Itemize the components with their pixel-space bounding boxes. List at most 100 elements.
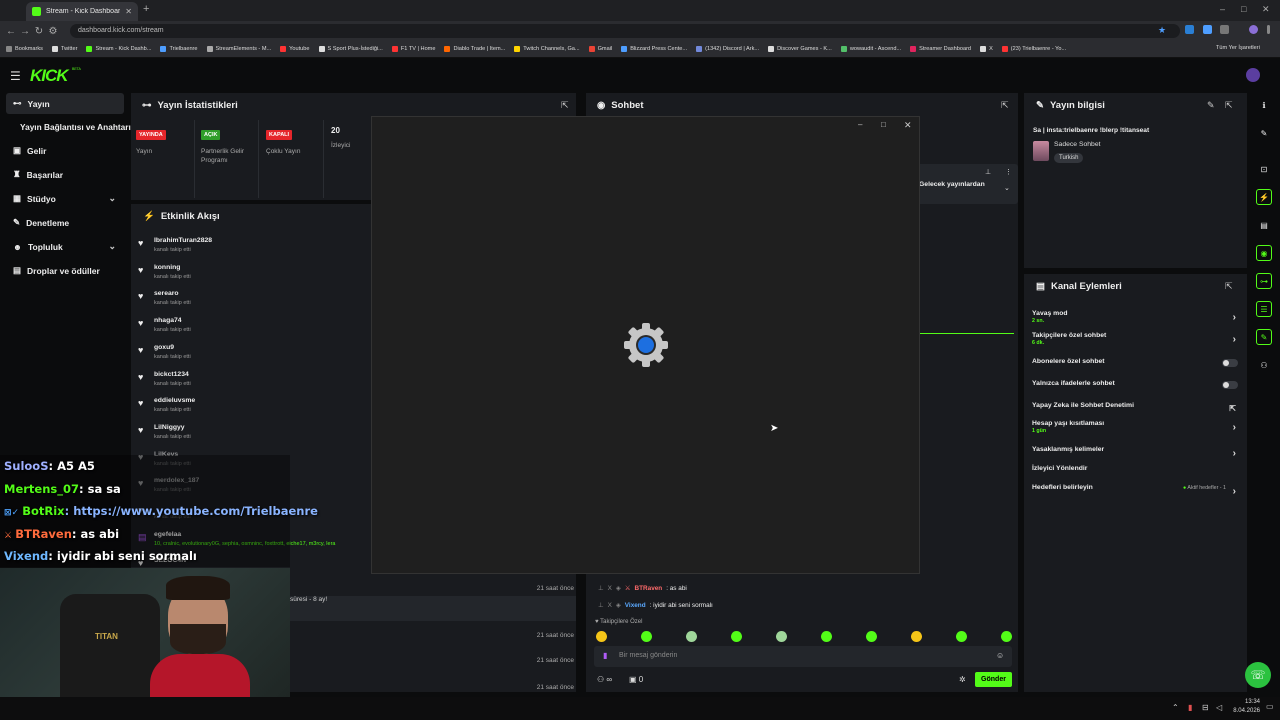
bookmark-item[interactable]: (23) Trielbaenre - Yo...: [1001, 46, 1066, 52]
emote-icon[interactable]: [731, 631, 742, 642]
sidebar-item-basarilar[interactable]: ♜ Başarılar: [6, 164, 124, 185]
chevron-right-icon[interactable]: ›: [1233, 312, 1236, 323]
bookmark-item[interactable]: X: [980, 46, 993, 52]
channel-action-0[interactable]: Yavaş mod 2 sn. ›: [1032, 310, 1238, 326]
notification-icon[interactable]: ▭: [1266, 702, 1274, 711]
clipboard-icon[interactable]: ▤: [1256, 217, 1272, 233]
kick-logo[interactable]: KICK: [30, 66, 69, 86]
site-info-icon[interactable]: ⚙: [46, 26, 60, 37]
back-icon[interactable]: ←: [4, 26, 18, 37]
maximize-window-icon[interactable]: □: [1241, 4, 1246, 14]
event-username[interactable]: IbrahimTuran2828: [154, 237, 212, 244]
bookmark-item[interactable]: Youtube: [280, 46, 310, 52]
bookmark-star-icon[interactable]: ★: [1158, 25, 1166, 36]
volume-icon[interactable]: ◁: [1216, 703, 1222, 712]
link-icon[interactable]: ⊶: [1256, 273, 1272, 289]
channel-action-8[interactable]: Hedefleri belirleyin › ● Aktif hedefler - …: [1032, 484, 1238, 500]
emote-icon[interactable]: [911, 631, 922, 642]
emote-icon[interactable]: [641, 631, 652, 642]
user-avatar[interactable]: [1246, 68, 1260, 82]
emote-icon[interactable]: [866, 631, 877, 642]
timeout-icon[interactable]: X: [608, 602, 612, 609]
bookmark-item[interactable]: wowaudit - Ascend...: [840, 46, 901, 52]
sidebar-item-topluluk[interactable]: ☻ Topluluk ⌄: [6, 236, 124, 257]
bookmark-item[interactable]: (1342) Discord | Ark...: [696, 46, 759, 52]
sidebar-item-stream-key[interactable]: Yayın Bağlantısı ve Anahtarı: [20, 122, 131, 132]
menu-icon[interactable]: [1267, 25, 1270, 34]
bookmark-item[interactable]: Bookmarks: [6, 46, 43, 52]
event-username[interactable]: LilNiggyy: [154, 424, 185, 431]
tray-chevron-icon[interactable]: ⌃: [1172, 703, 1179, 712]
bookmark-item[interactable]: StreamElements - M...: [206, 46, 271, 52]
microphone-icon[interactable]: ▮: [603, 651, 607, 660]
support-chat-icon[interactable]: ☏: [1245, 662, 1271, 688]
extensions-puzzle-icon[interactable]: [1220, 25, 1229, 34]
event-username[interactable]: goxu9: [154, 344, 174, 351]
popout-icon[interactable]: ⇱: [561, 100, 569, 111]
emote-icon[interactable]: [821, 631, 832, 642]
chat-icon[interactable]: ◉: [1256, 245, 1272, 261]
network-icon[interactable]: ⊟: [1202, 703, 1209, 712]
bookmark-item[interactable]: Diablo Trade | Item...: [444, 46, 505, 52]
chevron-right-icon[interactable]: ›: [1233, 334, 1236, 345]
emote-icon[interactable]: [956, 631, 967, 642]
external-link-icon[interactable]: ⇱: [1229, 404, 1236, 413]
event-username[interactable]: serearo: [154, 290, 179, 297]
channel-action-4[interactable]: Yapay Zeka ile Sohbet Denetimi ⇱: [1032, 402, 1238, 418]
pin-icon[interactable]: ⊥: [598, 584, 604, 592]
clock-date[interactable]: 8.04.2026: [1226, 708, 1260, 714]
bookmark-item[interactable]: Gmail: [588, 46, 612, 52]
bookmark-item[interactable]: Twitch Channels, Ga...: [514, 46, 580, 52]
popout-icon[interactable]: ⇱: [1225, 281, 1233, 292]
event-username[interactable]: bickct1234: [154, 371, 189, 378]
list-icon[interactable]: ☰: [1256, 301, 1272, 317]
extension-icon[interactable]: [1185, 25, 1194, 34]
channel-action-7[interactable]: İzleyici Yönlendir: [1032, 465, 1238, 481]
reload-icon[interactable]: ↻: [32, 26, 46, 37]
bookmark-item[interactable]: Twitter: [51, 46, 77, 52]
bolt-icon[interactable]: ⚡: [1256, 189, 1272, 205]
event-username[interactable]: konning: [154, 264, 180, 271]
more-icon[interactable]: ⋮: [1005, 168, 1012, 176]
emote-icon[interactable]: [596, 631, 607, 642]
camera-icon[interactable]: ⊡: [1256, 161, 1272, 177]
channel-action-3[interactable]: Yalnızca ifadelerle sohbet: [1032, 380, 1238, 396]
event-username[interactable]: eddieluvsme: [154, 397, 195, 404]
chat-username[interactable]: Vixend: [625, 602, 646, 609]
forward-icon[interactable]: →: [18, 26, 32, 37]
chevron-right-icon[interactable]: ›: [1233, 422, 1236, 433]
emote-icon[interactable]: [686, 631, 697, 642]
bookmark-item[interactable]: Stream - Kick Dashb...: [86, 46, 151, 52]
channel-action-2[interactable]: Abonelere özel sohbet: [1032, 358, 1238, 374]
chevron-right-icon[interactable]: ›: [1233, 486, 1236, 497]
close-window-icon[interactable]: ✕: [904, 120, 912, 131]
gift-counter[interactable]: ▣ 0: [629, 675, 643, 684]
wrench-icon[interactable]: ✎: [1256, 329, 1272, 345]
minimize-window-icon[interactable]: –: [858, 120, 862, 129]
info-icon[interactable]: ℹ: [1256, 97, 1272, 113]
toggle-switch[interactable]: [1222, 381, 1238, 389]
sidebar-item-studyo[interactable]: ▦ Stüdyo ⌄: [6, 188, 124, 209]
chat-username[interactable]: BTRaven: [635, 585, 663, 592]
all-bookmarks[interactable]: Tüm Yer İşaretleri: [1216, 45, 1260, 51]
bookmark-item[interactable]: Discover Games - K...: [768, 46, 832, 52]
bookmark-item[interactable]: Streamer Dashboard: [910, 46, 971, 52]
clock-time[interactable]: 13:34: [1232, 699, 1260, 705]
menu-icon[interactable]: ☰: [10, 69, 21, 83]
url-bar[interactable]: dashboard.kick.com/stream: [70, 24, 1180, 38]
close-window-icon[interactable]: ✕: [1262, 4, 1270, 15]
profile-avatar-icon[interactable]: [1249, 25, 1258, 34]
users-icon[interactable]: ⚇: [1256, 357, 1272, 373]
channel-action-6[interactable]: Yasaklanmış kelimeler ›: [1032, 446, 1238, 462]
event-username[interactable]: nhaga74: [154, 317, 182, 324]
minimize-window-icon[interactable]: –: [1220, 4, 1225, 14]
sidebar-item-gelir[interactable]: ▣ Gelir: [6, 140, 124, 161]
popout-icon[interactable]: ⇱: [1001, 100, 1009, 111]
chevron-right-icon[interactable]: ›: [1233, 448, 1236, 459]
bookmark-item[interactable]: Trielbaenre: [160, 46, 198, 52]
edit-icon[interactable]: ✎: [1256, 125, 1272, 141]
tab-close-icon[interactable]: ✕: [125, 7, 132, 16]
sidebar-item-denetleme[interactable]: ✎ Denetleme: [6, 212, 124, 233]
pin-icon[interactable]: ⊥: [598, 601, 604, 609]
maximize-window-icon[interactable]: □: [881, 120, 886, 129]
